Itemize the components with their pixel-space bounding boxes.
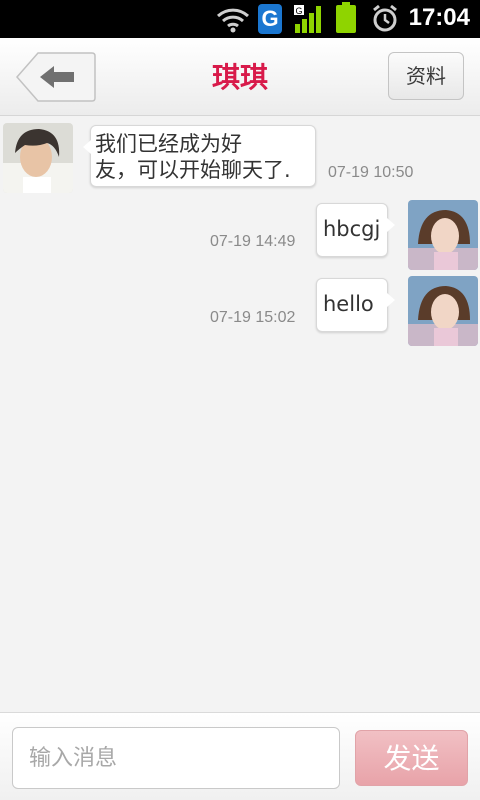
title-bar: 琪琪 资料 xyxy=(0,38,480,116)
status-bar: G G 17:04 xyxy=(0,0,480,38)
wifi-icon xyxy=(216,8,250,33)
g-icon: G xyxy=(258,4,282,34)
message-timestamp: 07-19 10:50 xyxy=(328,164,414,181)
message-text: 我们已经成为好 友，可以开始聊天了. xyxy=(95,132,291,182)
message-timestamp: 07-19 15:02 xyxy=(210,309,296,326)
message-timestamp: 07-19 14:49 xyxy=(210,233,296,250)
my-avatar[interactable] xyxy=(408,200,478,270)
alarm-icon xyxy=(373,4,397,32)
battery-icon xyxy=(336,2,356,33)
contact-avatar[interactable] xyxy=(3,123,73,193)
message-bubble: 我们已经成为好 友，可以开始聊天了. xyxy=(83,125,316,187)
message-text: hbcgj xyxy=(323,217,381,241)
composer-bar: 发送 xyxy=(0,712,480,800)
signal-icon: G xyxy=(294,5,321,33)
status-time: 17:04 xyxy=(408,4,470,31)
message-input[interactable] xyxy=(12,727,340,789)
send-button[interactable]: 发送 xyxy=(355,730,468,786)
message-bubble: hello xyxy=(316,278,395,332)
profile-button[interactable]: 资料 xyxy=(388,52,464,100)
message-text: hello xyxy=(323,292,374,316)
svg-text:G: G xyxy=(295,6,302,16)
my-avatar[interactable] xyxy=(408,276,478,346)
message-bubble: hbcgj xyxy=(316,203,395,257)
